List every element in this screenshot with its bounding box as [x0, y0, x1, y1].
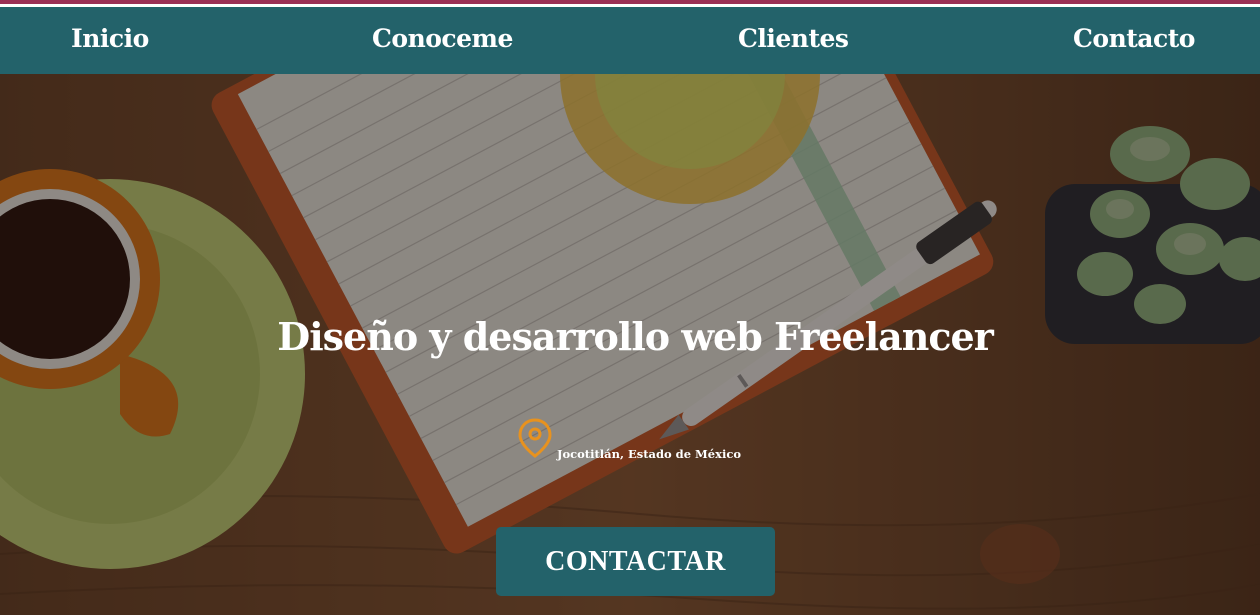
nav-item-inicio[interactable]: Inicio	[71, 24, 149, 53]
contactar-button[interactable]: CONTACTAR	[496, 527, 775, 596]
nav-item-contacto[interactable]: Contacto	[1073, 24, 1195, 53]
nav-item-clientes[interactable]: Clientes	[738, 24, 849, 53]
main-navbar: Inicio Conoceme Clientes Contacto	[0, 7, 1260, 74]
hero-section: Diseño y desarrollo web Freelancer Jocot…	[0, 74, 1260, 615]
hero-title: Diseño y desarrollo web Freelancer	[277, 314, 993, 359]
map-pin-icon	[518, 418, 552, 458]
location-text: Jocotitlán, Estado de México	[557, 447, 741, 461]
nav-item-conoceme[interactable]: Conoceme	[372, 24, 513, 53]
